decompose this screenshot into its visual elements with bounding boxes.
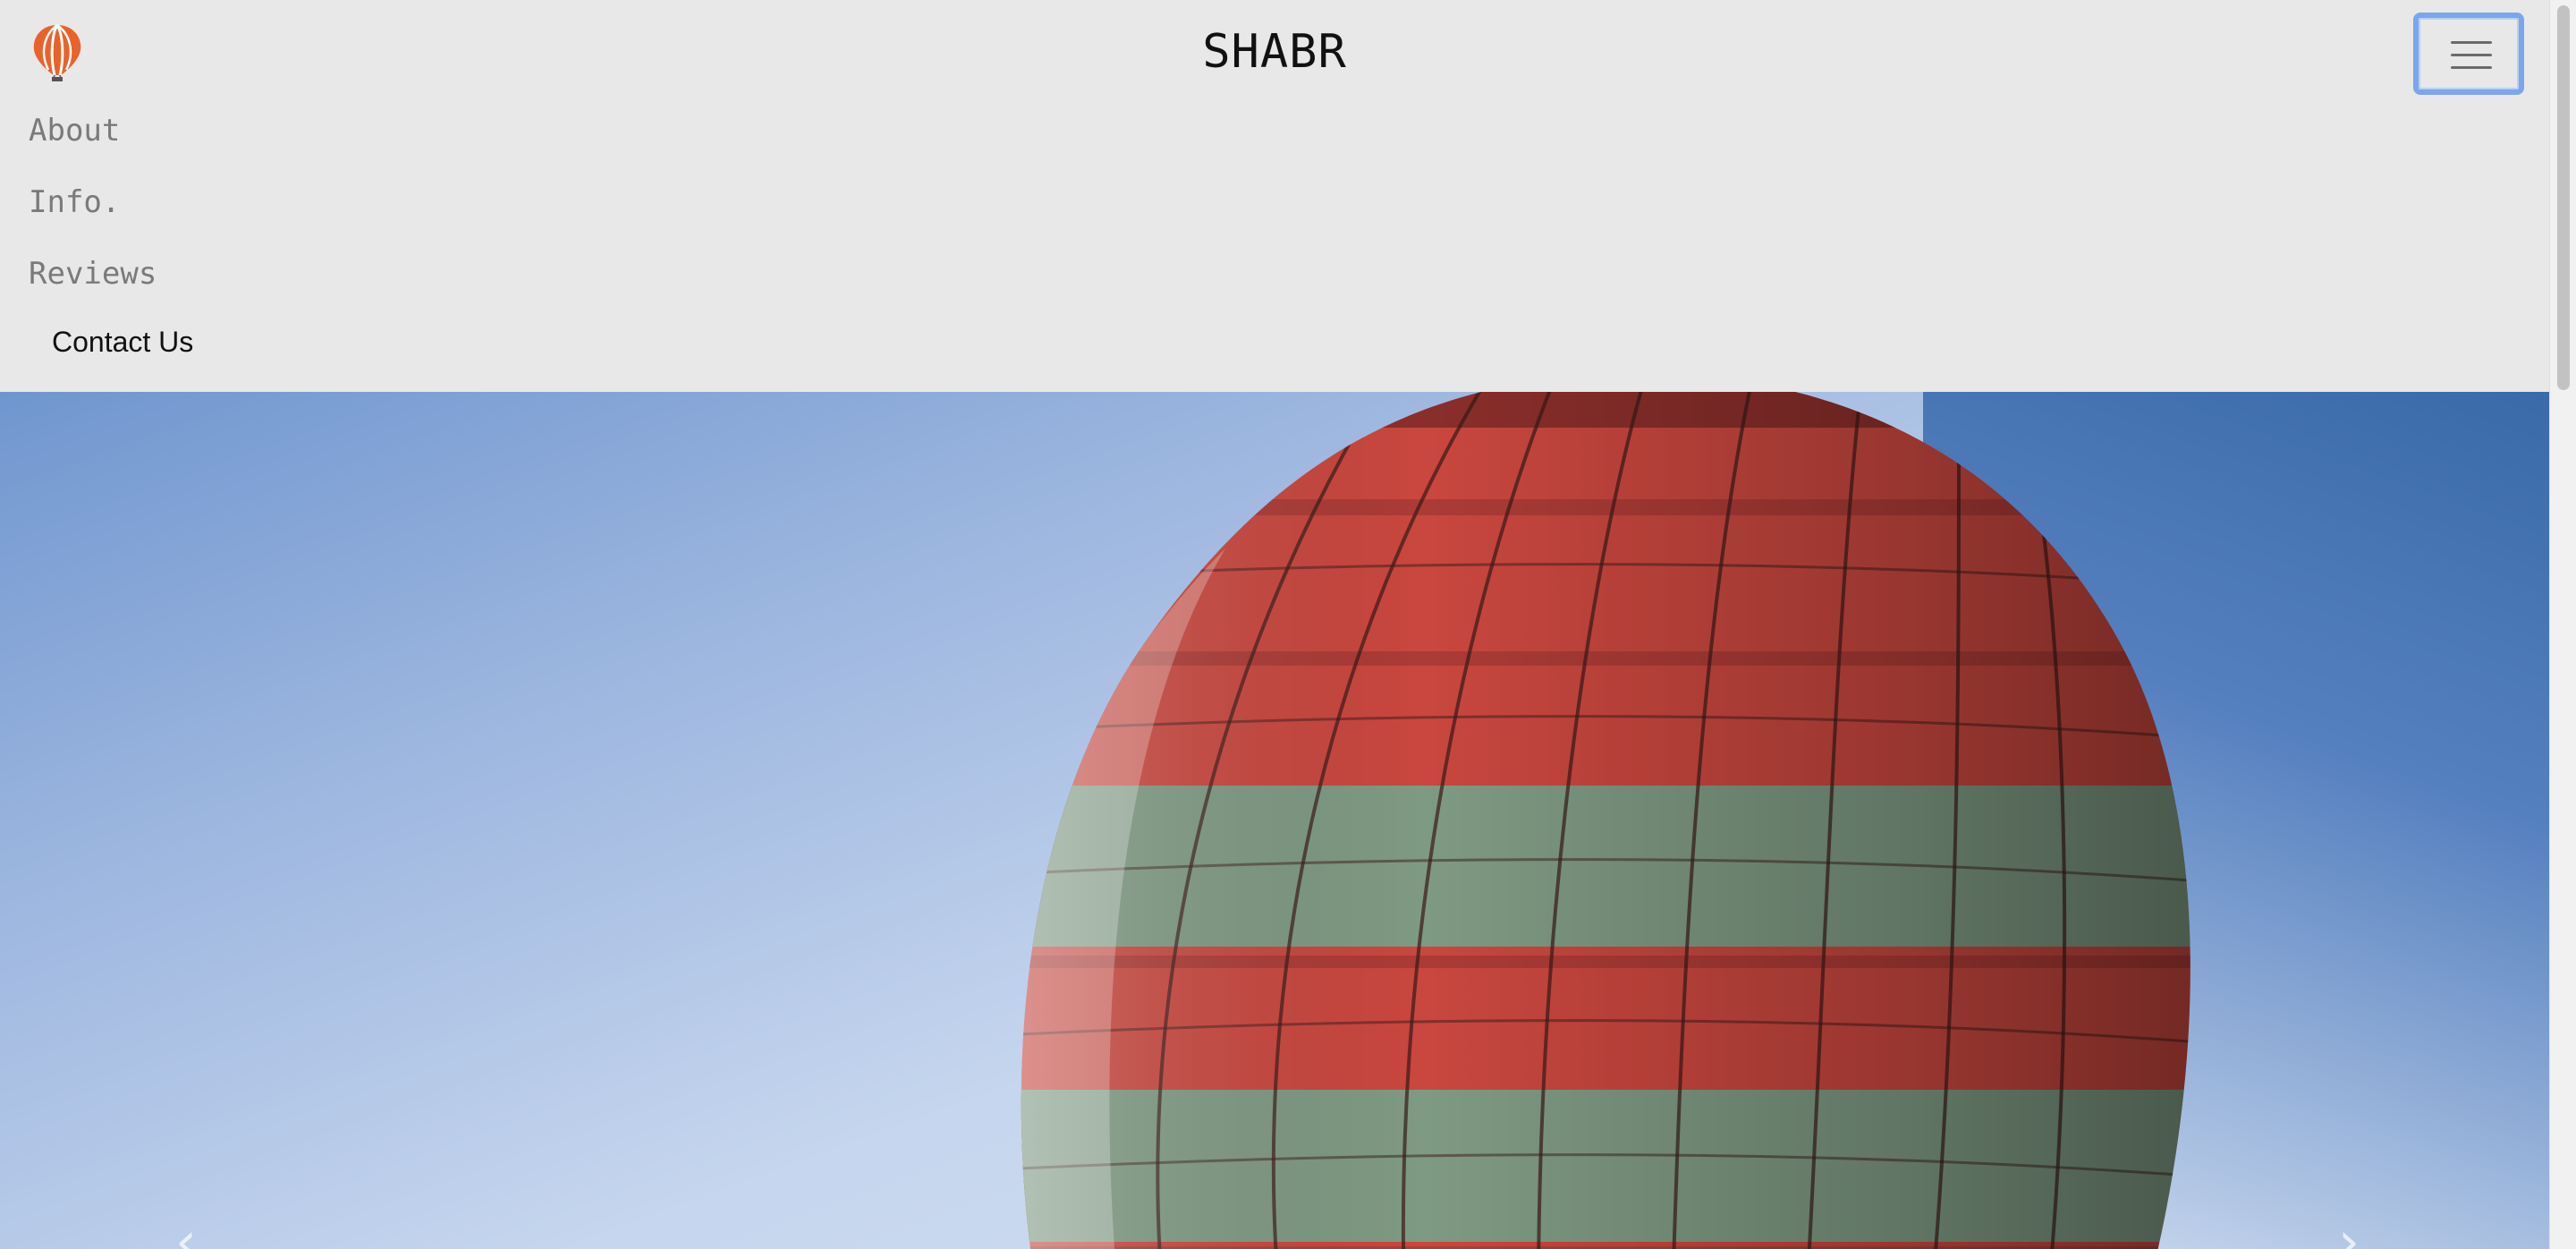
navbar: SHABR About Info. Reviews Contact Us	[0, 0, 2549, 392]
page: SHABR About Info. Reviews Contact Us ‹ ›	[0, 0, 2576, 1249]
contact-us-button[interactable]: Contact Us	[52, 326, 193, 359]
hot-air-balloon-image	[1021, 392, 2190, 1249]
nav-link-about[interactable]: About	[29, 113, 120, 149]
brand-title: SHABR	[1202, 25, 1347, 79]
hamburger-menu-button[interactable]	[2413, 13, 2524, 95]
hot-air-balloon-logo-icon[interactable]	[27, 21, 88, 82]
nav-link-info[interactable]: Info.	[29, 184, 120, 220]
page-scrollbar[interactable]	[2549, 0, 2576, 1249]
nav-link-reviews[interactable]: Reviews	[29, 256, 157, 292]
scrollbar-thumb[interactable]	[2557, 5, 2570, 390]
hero-carousel: ‹ ›	[0, 392, 2549, 1249]
chevron-left-icon[interactable]: ‹	[175, 1215, 197, 1249]
chevron-right-icon[interactable]: ›	[2338, 1215, 2360, 1249]
